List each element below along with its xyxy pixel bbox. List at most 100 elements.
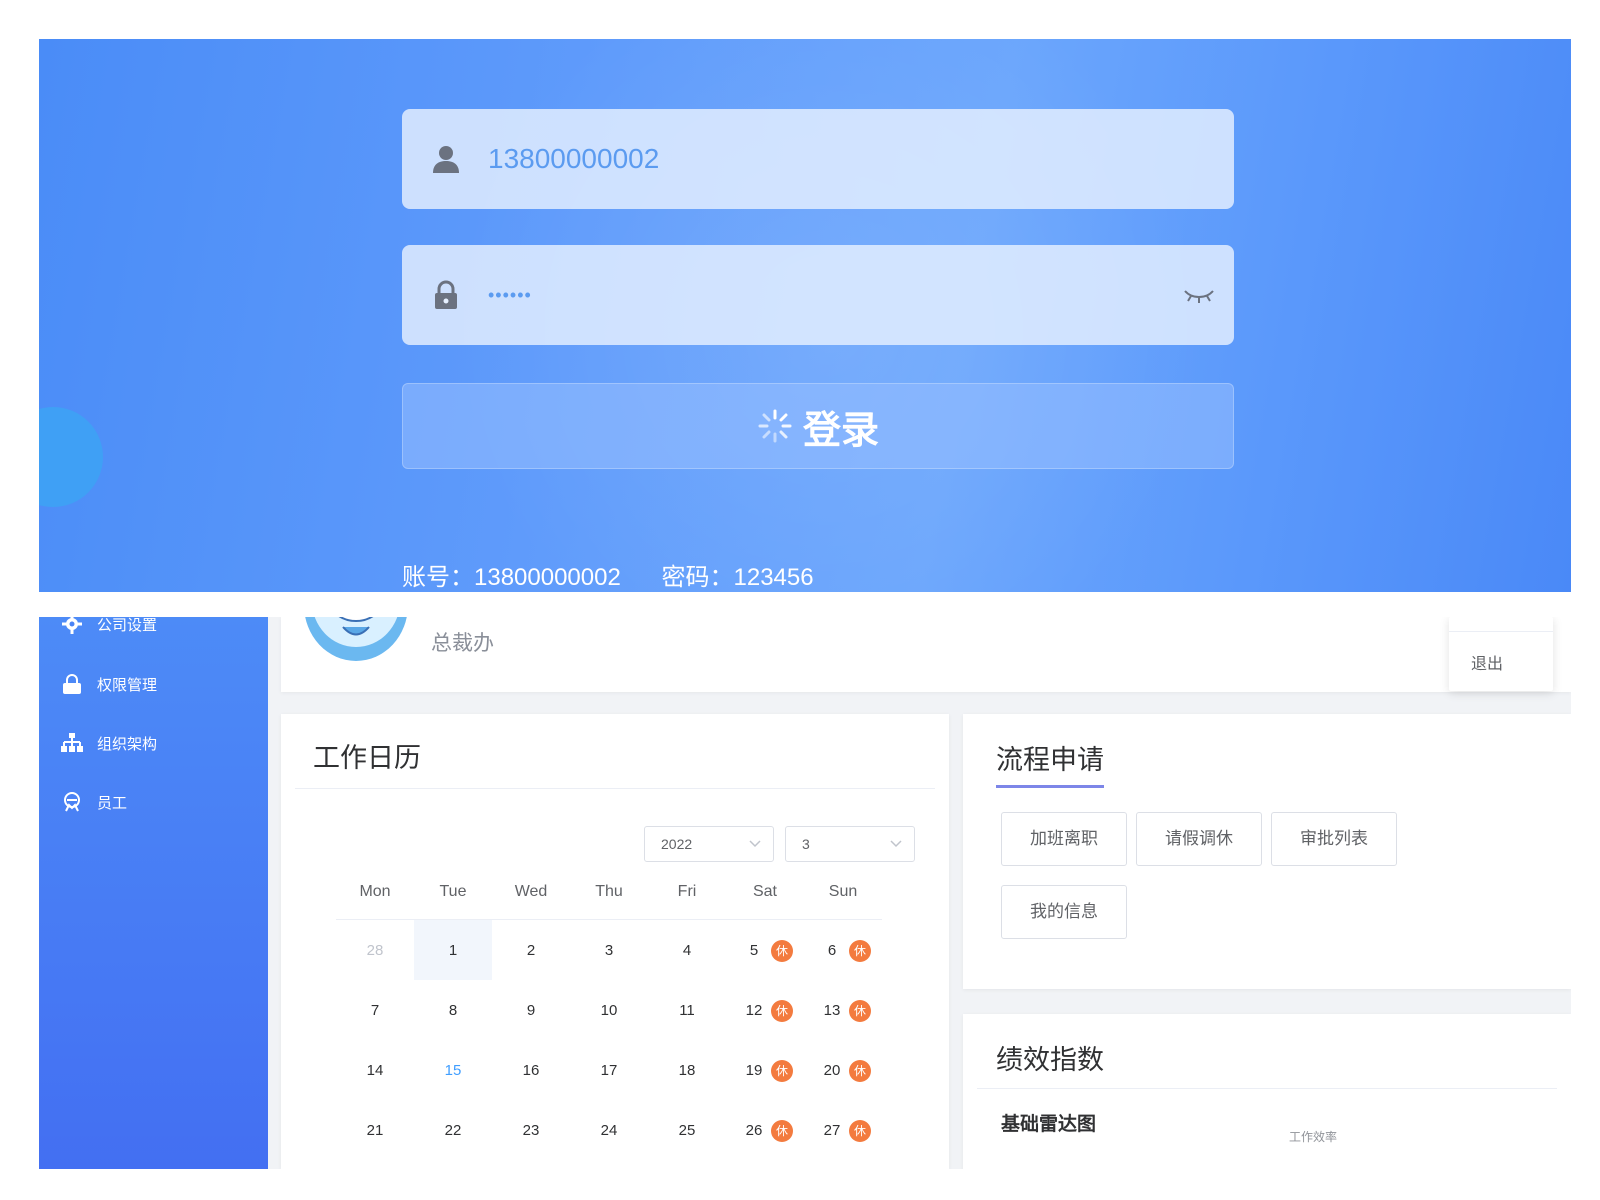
calendar-day-number: 28 xyxy=(366,941,384,959)
calendar-day-cell[interactable]: 12 休 xyxy=(726,980,804,1040)
calendar-day-cell[interactable]: 28 xyxy=(336,920,414,980)
calendar-day-number: 16 xyxy=(522,1061,540,1079)
avatar[interactable] xyxy=(303,617,409,665)
eye-closed-icon[interactable] xyxy=(1182,283,1216,307)
rest-day-badge: 休 xyxy=(849,940,871,962)
calendar-day-number: 25 xyxy=(678,1121,696,1139)
radar-chart-subtitle: 基础雷达图 xyxy=(1001,1114,1097,1135)
calendar-day-cell[interactable]: 25 xyxy=(648,1100,726,1160)
weekday-label: Fri xyxy=(677,883,697,900)
calendar-day-cell[interactable]: 10 xyxy=(570,980,648,1040)
sidebar-item-label: 员工 xyxy=(97,794,128,812)
lock-icon xyxy=(435,280,457,309)
calendar-week-row: 7 8 9 10 11 12 休 13 休 xyxy=(336,980,882,1040)
calendar-day-cell[interactable]: 27 休 xyxy=(804,1100,882,1160)
user-dropdown-menu: 退出 xyxy=(1449,617,1553,691)
calendar-day-number: 20 xyxy=(823,1061,841,1079)
lock-icon xyxy=(63,674,81,694)
calendar-day-number: 26 xyxy=(745,1121,763,1139)
sidebar-item-company-settings[interactable]: 公司设置 xyxy=(61,617,157,639)
sidebar: 公司设置 权限管理 组织架构 员工 xyxy=(39,617,268,1169)
calendar-day-cell[interactable]: 22 xyxy=(414,1100,492,1160)
calendar-day-cell[interactable]: 8 xyxy=(414,980,492,1040)
calendar-day-number: 27 xyxy=(823,1121,841,1139)
weekday-label: Thu xyxy=(595,883,623,900)
calendar-day-number: 5 xyxy=(749,941,759,959)
my-info-button[interactable]: 我的信息 xyxy=(1001,885,1127,939)
weekday-label: Tue xyxy=(439,883,467,900)
login-panel: 13800000002 •••••• 登录 账号：13800000002 密码：… xyxy=(39,39,1571,592)
year-select[interactable]: 2022 xyxy=(644,826,774,862)
overtime-resign-button[interactable]: 加班离职 xyxy=(1001,812,1127,866)
month-select[interactable]: 3 xyxy=(785,826,915,862)
calendar-day-cell[interactable]: 11 xyxy=(648,980,726,1040)
calendar-day-cell[interactable]: 1 xyxy=(414,920,492,980)
menu-divider xyxy=(1449,631,1553,632)
rest-day-badge: 休 xyxy=(849,1120,871,1142)
logout-menu-item[interactable]: 退出 xyxy=(1471,650,1503,674)
calendar-day-cell[interactable]: 23 xyxy=(492,1100,570,1160)
calendar-day-cell[interactable]: 17 xyxy=(570,1040,648,1100)
weekday-label: Sun xyxy=(828,883,858,900)
card-divider xyxy=(295,788,935,789)
password-field[interactable]: •••••• xyxy=(402,245,1234,345)
calendar-day-number: 14 xyxy=(366,1061,384,1079)
calendar-day-cell[interactable]: 2 xyxy=(492,920,570,980)
sidebar-item-org-structure[interactable]: 组织架构 xyxy=(61,728,157,758)
password-input[interactable]: •••••• xyxy=(488,245,532,345)
calendar-day-number: 12 xyxy=(745,1001,763,1019)
calendar-day-number: 23 xyxy=(522,1121,540,1139)
chevron-down-icon xyxy=(890,840,902,848)
calendar-day-number: 24 xyxy=(600,1121,618,1139)
calendar-week-row: 28 1 2 3 4 5 休 6 休 xyxy=(336,920,882,980)
rest-day-badge: 休 xyxy=(771,1060,793,1082)
weekday-label: Mon xyxy=(359,883,391,900)
calendar-day-cell[interactable]: 24 xyxy=(570,1100,648,1160)
calendar-day-cell[interactable]: 15 xyxy=(414,1040,492,1100)
leave-button[interactable]: 请假调休 xyxy=(1136,812,1262,866)
calendar-day-cell[interactable]: 5休 xyxy=(726,920,804,980)
calendar-day-cell[interactable]: 6休 xyxy=(804,920,882,980)
calendar-day-cell[interactable]: 18 xyxy=(648,1040,726,1100)
hint-account: 账号：13800000002 xyxy=(402,564,621,591)
performance-title: 绩效指数 xyxy=(996,1045,1104,1075)
login-button[interactable]: 登录 xyxy=(402,383,1234,469)
month-select-value: 3 xyxy=(802,836,810,852)
calendar-day-cell[interactable]: 19 休 xyxy=(726,1040,804,1100)
username-field[interactable]: 13800000002 xyxy=(402,109,1234,209)
performance-card: 绩效指数 基础雷达图 工作效率 xyxy=(963,1014,1571,1169)
sidebar-item-label: 组织架构 xyxy=(97,735,158,753)
login-button-label: 登录 xyxy=(802,409,879,452)
calendar-day-number: 19 xyxy=(745,1061,763,1079)
calendar-day-cell[interactable]: 4 xyxy=(648,920,726,980)
calendar-day-cell[interactable]: 14 xyxy=(336,1040,414,1100)
sidebar-item-employees[interactable]: 员工 xyxy=(61,787,127,817)
year-select-value: 2022 xyxy=(661,836,693,852)
calendar-day-cell[interactable]: 3 xyxy=(570,920,648,980)
calendar-day-cell[interactable]: 13 休 xyxy=(804,980,882,1040)
calendar-day-cell[interactable]: 20 休 xyxy=(804,1040,882,1100)
calendar-day-cell[interactable]: 9 xyxy=(492,980,570,1040)
calendar-day-number: 13 xyxy=(823,1001,841,1019)
hint-password: 密码：123456 xyxy=(661,564,814,591)
calendar-day-cell[interactable]: 16 xyxy=(492,1040,570,1100)
gear-icon xyxy=(62,617,82,634)
calendar-day-number: 8 xyxy=(448,1001,458,1019)
calendar-day-cell[interactable]: 26 休 xyxy=(726,1100,804,1160)
sidebar-item-permissions[interactable]: 权限管理 xyxy=(61,669,157,699)
employee-icon xyxy=(64,792,80,812)
work-calendar-card: 工作日历 2022 3 Mon Tue Wed Thu Fri Sat Sun … xyxy=(281,714,949,1169)
calendar-day-number: 7 xyxy=(370,1001,380,1019)
approval-list-button[interactable]: 审批列表 xyxy=(1271,812,1397,866)
calendar-day-number: 15 xyxy=(444,1061,462,1079)
calendar-week-row: 21 22 23 24 25 26 休 27 休 xyxy=(336,1100,882,1160)
rest-day-badge: 休 xyxy=(849,1000,871,1022)
calendar-title: 工作日历 xyxy=(313,743,421,773)
calendar-day-cell[interactable]: 7 xyxy=(336,980,414,1040)
username-input[interactable]: 13800000002 xyxy=(488,109,659,209)
profile-card: 总裁办 退出 xyxy=(281,617,1571,692)
calendar-day-number: 9 xyxy=(526,1001,536,1019)
calendar-day-number: 3 xyxy=(604,941,614,959)
process-title[interactable]: 流程申请 xyxy=(996,738,1104,788)
calendar-day-cell[interactable]: 21 xyxy=(336,1100,414,1160)
